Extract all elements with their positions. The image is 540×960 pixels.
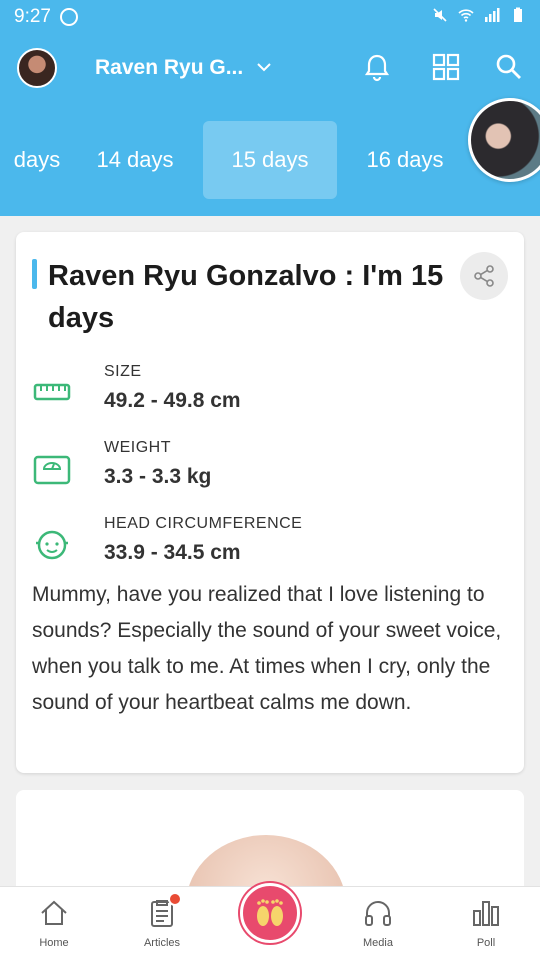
bell-icon[interactable] <box>362 52 392 82</box>
weight-label: WEIGHT <box>104 439 171 456</box>
nav-articles-label: Articles <box>143 937 181 949</box>
nav-media-label: Media <box>363 937 393 949</box>
size-value: 49.2 - 49.8 cm <box>104 389 241 412</box>
milestone-description: Mummy, have you realized that I love lis… <box>32 583 502 714</box>
ruler-icon <box>33 383 71 401</box>
weight-metric: WEIGHT 3.3 - 3.3 kg <box>32 439 502 497</box>
scale-icon <box>33 455 71 485</box>
baby-face-icon <box>36 530 68 560</box>
search-icon[interactable] <box>494 52 524 82</box>
mute-icon <box>433 8 447 22</box>
baby-feet-icon <box>257 899 283 926</box>
day-tabs: days 14 days 15 days 16 days <box>0 121 540 199</box>
card-title: Raven Ryu Gonzalvo : I'm 15 days <box>48 260 444 334</box>
size-label: SIZE <box>104 363 142 380</box>
grid-icon[interactable] <box>431 52 461 82</box>
tab-15-days[interactable]: 15 days <box>203 121 337 199</box>
wifi-icon <box>458 9 474 22</box>
nav-media[interactable]: Media <box>324 887 432 960</box>
chevron-down-icon[interactable] <box>255 58 273 76</box>
headphones-icon <box>365 901 391 926</box>
bottom-nav: Home Articles Media Poll <box>0 883 540 960</box>
messenger-icon <box>60 8 78 26</box>
nav-poll[interactable]: Poll <box>432 887 540 960</box>
status-time: 9:27 <box>14 6 51 27</box>
head-circumference-label: HEAD CIRCUMFERENCE <box>104 515 303 532</box>
signal-icon <box>485 8 500 22</box>
nav-articles[interactable]: Articles <box>108 887 216 960</box>
title-accent <box>32 259 37 289</box>
nav-home[interactable]: Home <box>0 887 108 960</box>
milestone-card: Raven Ryu Gonzalvo : I'm 15 days SIZE 49… <box>16 232 524 773</box>
child-name-selector[interactable]: Raven Ryu G... <box>95 56 243 80</box>
head-circumference-metric: HEAD CIRCUMFERENCE 33.9 - 34.5 cm <box>32 515 502 573</box>
home-icon <box>41 900 67 925</box>
app-header: Raven Ryu G... days 14 days 15 days 16 d… <box>0 34 540 216</box>
status-icons <box>432 7 526 23</box>
head-circumference-value: 33.9 - 34.5 cm <box>104 541 241 564</box>
battery-icon <box>514 7 522 22</box>
feet-center-button[interactable] <box>240 883 300 943</box>
weight-value: 3.3 - 3.3 kg <box>104 465 212 488</box>
nav-poll-label: Poll <box>476 937 496 949</box>
share-icon <box>474 265 494 287</box>
tab-16-days[interactable]: 16 days <box>338 121 472 199</box>
poll-icon <box>473 901 499 926</box>
size-metric: SIZE 49.2 - 49.8 cm <box>32 363 502 421</box>
user-avatar[interactable] <box>17 48 57 88</box>
notification-badge <box>168 892 182 906</box>
share-button[interactable] <box>460 252 508 300</box>
nav-home-label: Home <box>39 937 69 949</box>
tab-14-days[interactable]: 14 days <box>68 121 202 199</box>
status-bar: 9:27 <box>0 0 540 34</box>
